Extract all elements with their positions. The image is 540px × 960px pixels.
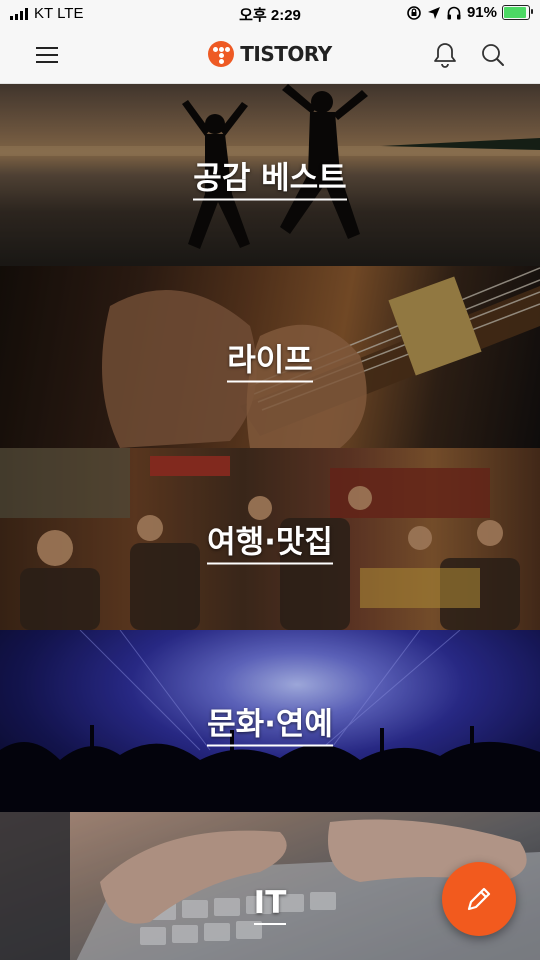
bell-icon [434, 43, 456, 68]
screen: KT LTE 오후 2:29 91% TISTORY 공감 베스트 라이프 여행… [0, 0, 540, 960]
category-travel-food[interactable]: 여행·맛집 [0, 448, 540, 630]
category-label: 라이프 [0, 335, 540, 383]
lock-rotation-icon [406, 5, 422, 21]
logo-text: TISTORY [240, 42, 332, 66]
category-life[interactable]: 라이프 [0, 266, 540, 448]
search-button[interactable] [478, 40, 508, 70]
tistory-logo-icon [208, 41, 235, 67]
location-icon [427, 6, 441, 20]
headphones-icon [446, 5, 462, 21]
battery-icon [502, 5, 533, 20]
app-header: TISTORY [0, 28, 540, 84]
notification-button[interactable] [430, 40, 460, 70]
battery-percent: 91% [466, 4, 497, 21]
search-icon [482, 44, 504, 66]
category-best[interactable]: 공감 베스트 [0, 84, 540, 266]
category-list: 공감 베스트 라이프 여행·맛집 문화·연예 IT [0, 84, 540, 960]
status-right: 91% [406, 4, 533, 21]
category-label: 문화·연예 [0, 699, 540, 747]
write-post-button[interactable] [442, 862, 516, 936]
pencil-icon [467, 887, 491, 911]
category-label: 공감 베스트 [0, 153, 540, 201]
status-bar: KT LTE 오후 2:29 91% [0, 0, 540, 28]
category-culture-entertainment[interactable]: 문화·연예 [0, 630, 540, 812]
category-label: 여행·맛집 [0, 517, 540, 565]
